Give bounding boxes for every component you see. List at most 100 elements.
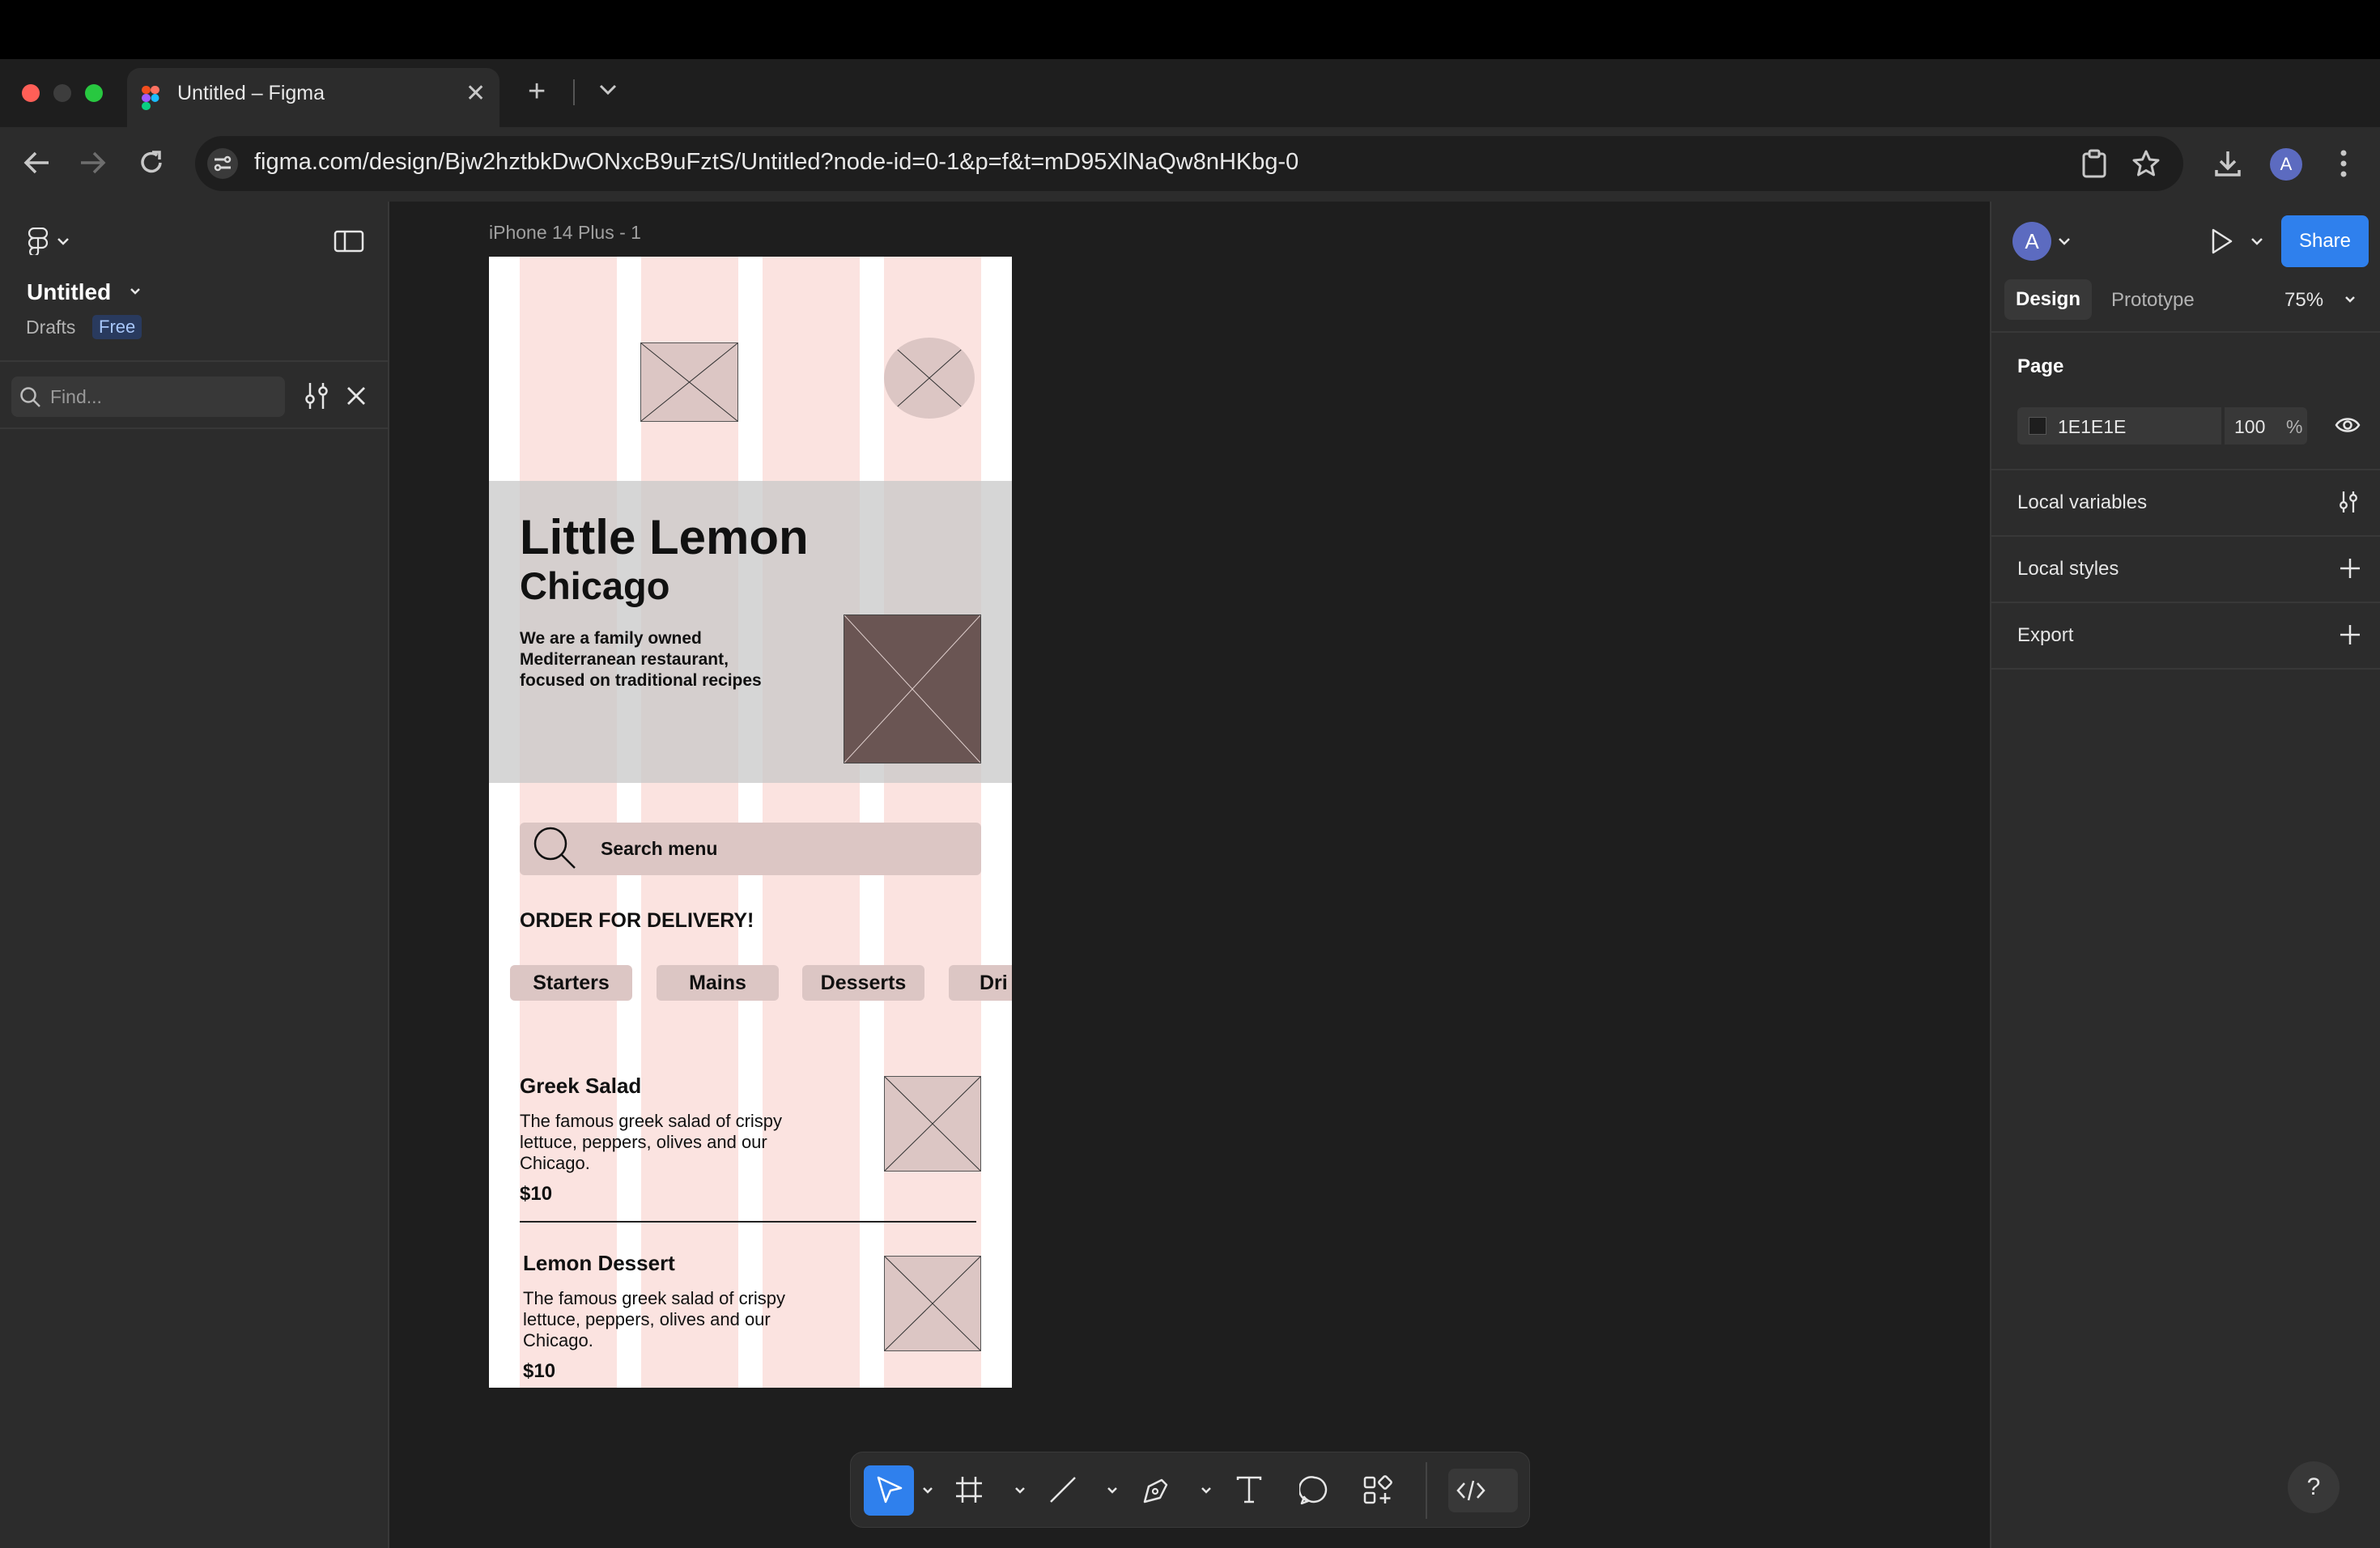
- present-chevron-icon[interactable]: [2250, 237, 2263, 245]
- file-menu-chevron-icon[interactable]: [130, 287, 141, 296]
- move-tool-button[interactable]: [864, 1465, 914, 1516]
- profile-avatar[interactable]: A: [2270, 148, 2302, 181]
- page-heading: Page: [2017, 355, 2064, 377]
- search-menu-bar[interactable]: Search menu: [520, 823, 981, 875]
- find-divider: [0, 427, 389, 429]
- left-panel-divider: [0, 360, 389, 362]
- styles-divider: [1991, 602, 2380, 603]
- shape-tool-chevron-icon[interactable]: [1107, 1486, 1118, 1495]
- zoom-level[interactable]: 75%: [2284, 289, 2323, 312]
- page-color-hex[interactable]: 1E1E1E: [2058, 416, 2126, 438]
- menu-item-image-placeholder[interactable]: [884, 1256, 981, 1351]
- category-pill-starters[interactable]: Starters: [510, 965, 632, 1001]
- help-button[interactable]: ?: [2288, 1461, 2340, 1513]
- hero-description-line-1: We are a family owned: [520, 629, 702, 648]
- pen-tool-icon[interactable]: [1141, 1475, 1171, 1506]
- tabs-divider: [1991, 331, 2380, 333]
- code-icon: [1456, 1480, 1485, 1501]
- menu-item-price: $10: [523, 1360, 556, 1382]
- find-input[interactable]: Find...: [11, 376, 285, 417]
- dev-mode-toggle[interactable]: [1448, 1469, 1518, 1512]
- page-color-swatch[interactable]: [2029, 417, 2046, 435]
- local-styles-label[interactable]: Local styles: [2017, 558, 2119, 580]
- comment-tool-icon[interactable]: [1299, 1475, 1330, 1506]
- close-search-icon[interactable]: [346, 386, 366, 406]
- menu-item-image-placeholder[interactable]: [884, 1076, 981, 1172]
- present-play-icon[interactable]: [2210, 228, 2234, 255]
- minimize-window-button[interactable]: [53, 84, 71, 102]
- file-location[interactable]: Drafts: [26, 317, 75, 338]
- profile-image-placeholder[interactable]: [884, 338, 975, 419]
- page-divider: [1991, 469, 2380, 470]
- share-button[interactable]: Share: [2281, 215, 2369, 267]
- category-pill-mains[interactable]: Mains: [657, 965, 779, 1001]
- layers-panel: Untitled Drafts Free Find...: [0, 202, 389, 1548]
- menu-item-description-line-3: Chicago.: [520, 1153, 590, 1173]
- export-label[interactable]: Export: [2017, 624, 2073, 647]
- bottom-toolbar: [850, 1452, 1530, 1528]
- frame-tool-chevron-icon[interactable]: [1014, 1486, 1026, 1495]
- opacity-unit: %: [2286, 416, 2303, 437]
- local-variables-icon[interactable]: [2338, 490, 2359, 514]
- page-color-field[interactable]: 1E1E1E: [2017, 407, 2221, 444]
- toggle-sidebar-icon[interactable]: [334, 229, 364, 253]
- category-pill-desserts[interactable]: Desserts: [802, 965, 924, 1001]
- pen-tool-chevron-icon[interactable]: [1201, 1486, 1212, 1495]
- variables-divider: [1991, 535, 2380, 537]
- category-pill-drinks[interactable]: Dri: [949, 965, 1012, 1001]
- tab-list-chevron-icon[interactable]: [599, 84, 617, 96]
- add-style-icon[interactable]: [2340, 558, 2361, 579]
- avatar-chevron-icon[interactable]: [2058, 237, 2071, 245]
- local-variables-label[interactable]: Local variables: [2017, 491, 2147, 514]
- iphone-frame[interactable]: Little Lemon Chicago We are a family own…: [489, 257, 1012, 1388]
- frame-label[interactable]: iPhone 14 Plus - 1: [489, 222, 641, 244]
- page-opacity-value[interactable]: 100: [2234, 416, 2265, 438]
- tab-prototype[interactable]: Prototype: [2111, 289, 2195, 312]
- forward-icon[interactable]: [79, 151, 107, 175]
- screen-top-bar: [0, 0, 2380, 59]
- add-export-icon[interactable]: [2340, 624, 2361, 645]
- maximize-window-button[interactable]: [85, 84, 103, 102]
- frame-tool-icon[interactable]: [954, 1475, 984, 1504]
- back-icon[interactable]: [23, 151, 50, 175]
- figma-menu-chevron-icon[interactable]: [57, 237, 70, 245]
- user-avatar[interactable]: A: [2012, 222, 2051, 261]
- browser-tab[interactable]: Untitled – Figma ✕: [127, 68, 499, 127]
- actions-tool-icon[interactable]: [1362, 1475, 1393, 1506]
- menu-item-description-line-1: The famous greek salad of crispy: [520, 1111, 783, 1131]
- hero-description-line-2: Mediterranean restaurant,: [520, 650, 729, 669]
- figma-favicon-icon: [142, 86, 159, 110]
- bookmark-star-icon[interactable]: [2131, 149, 2161, 178]
- text-tool-icon[interactable]: [1235, 1475, 1264, 1504]
- properties-panel: A Share Design Prototype 75% Page 1E1E1E…: [1990, 202, 2380, 1548]
- plan-badge: Free: [92, 315, 142, 339]
- line-tool-icon[interactable]: [1048, 1475, 1077, 1504]
- file-name[interactable]: Untitled: [27, 279, 111, 305]
- visibility-eye-icon[interactable]: [2335, 415, 2361, 435]
- zoom-chevron-icon[interactable]: [2344, 296, 2356, 304]
- toolbar-separator: [1426, 1462, 1427, 1519]
- hero-image-placeholder[interactable]: [844, 615, 981, 763]
- url-text: figma.com/design/Bjw2hztbkDwONxcB9uFztS/…: [254, 149, 1299, 175]
- page-opacity-field[interactable]: 100 %: [2225, 407, 2307, 444]
- tab-design[interactable]: Design: [2004, 279, 2092, 320]
- filter-settings-icon[interactable]: [303, 381, 330, 410]
- tab-close-icon[interactable]: ✕: [465, 82, 486, 106]
- site-info-icon[interactable]: [206, 147, 239, 180]
- browser-menu-icon[interactable]: [2340, 149, 2348, 178]
- tab-separator: [573, 79, 575, 105]
- hero-title: Little Lemon: [520, 510, 809, 564]
- download-icon[interactable]: [2213, 149, 2242, 178]
- logo-image-placeholder[interactable]: [640, 342, 738, 422]
- close-window-button[interactable]: [22, 84, 40, 102]
- new-tab-icon[interactable]: +: [528, 76, 546, 107]
- menu-item-description-line-2: lettuce, peppers, olives and our: [520, 1132, 767, 1152]
- tab-title: Untitled – Figma: [177, 82, 325, 104]
- menu-item-divider: [520, 1221, 976, 1223]
- clipboard-icon[interactable]: [2081, 149, 2107, 178]
- figma-menu-icon[interactable]: [28, 228, 49, 255]
- menu-item-price: $10: [520, 1183, 553, 1205]
- reload-icon[interactable]: [138, 149, 165, 176]
- address-bar[interactable]: figma.com/design/Bjw2hztbkDwONxcB9uFztS/…: [195, 136, 2183, 191]
- move-tool-chevron-icon[interactable]: [922, 1486, 933, 1495]
